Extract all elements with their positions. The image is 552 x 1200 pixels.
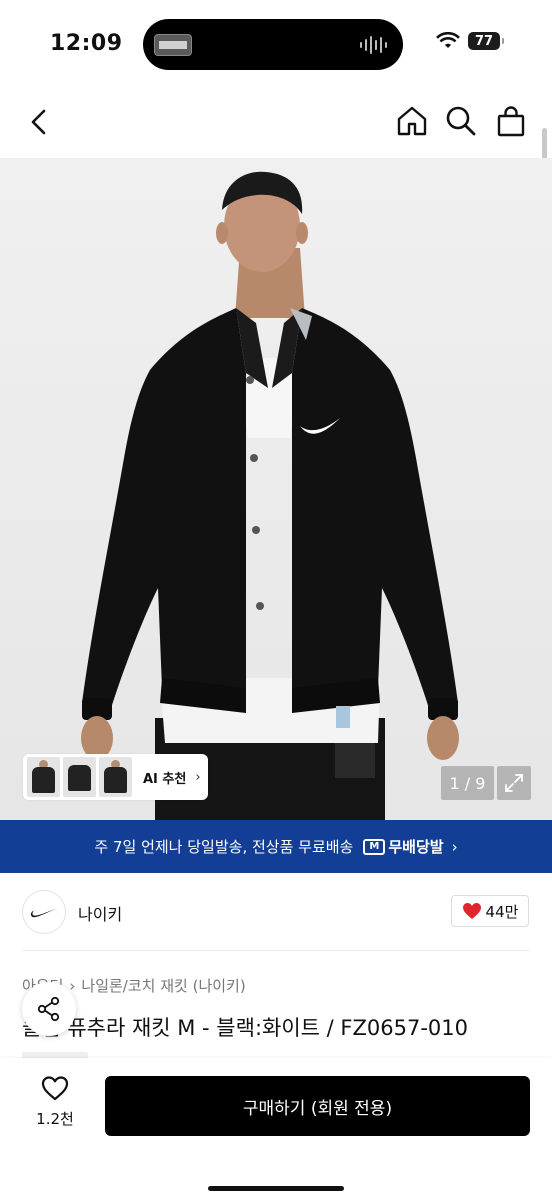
brand-row[interactable]: 나이키 44만 — [0, 873, 552, 951]
divider — [22, 950, 530, 951]
brand-like-count: 44만 — [485, 902, 519, 921]
brand-logo[interactable] — [22, 890, 66, 934]
product-photo — [81, 171, 459, 820]
home-icon[interactable] — [395, 104, 429, 138]
home-indicator — [208, 1186, 344, 1191]
chevron-right-icon: › — [451, 837, 458, 856]
chevron-left-icon[interactable] — [24, 106, 56, 138]
buy-button[interactable]: 구매하기 (회원 전용) — [105, 1076, 530, 1136]
heart-filled-icon — [462, 903, 481, 919]
wifi-icon — [436, 32, 460, 48]
breadcrumb-subcategory[interactable]: 나일론/코치 재킷 (나이키) — [81, 975, 245, 996]
shipping-banner-text: 주 7일 언제나 당일발송, 전상품 무료배송 — [94, 838, 354, 856]
status-time: 12:09 — [50, 31, 123, 56]
audio-wave-icon — [360, 36, 387, 54]
status-bar: 12:09 77 — [0, 0, 552, 90]
brand-like-button[interactable]: 44만 — [451, 895, 529, 927]
heart-outline-icon — [41, 1076, 69, 1101]
shopping-bag-icon[interactable] — [494, 104, 528, 138]
bottom-action-bar: 1.2천 구매하기 (회원 전용) — [0, 1058, 552, 1200]
wishlist-count: 1.2천 — [36, 1110, 74, 1128]
battery-indicator: 77 — [468, 32, 504, 50]
wishlist-button[interactable]: 1.2천 — [24, 1074, 86, 1140]
share-button[interactable] — [22, 982, 76, 1036]
chevron-right-icon: › — [195, 769, 201, 785]
brand-name[interactable]: 나이키 — [78, 901, 122, 925]
free-shipping-logo-text: 무배당발 — [388, 838, 444, 856]
ai-recommend-label[interactable]: AI 추천 — [143, 768, 186, 787]
search-icon[interactable] — [444, 104, 478, 138]
expand-button[interactable] — [497, 766, 531, 800]
shipping-banner[interactable]: 주 7일 언제나 당일발송, 전상품 무료배송 M 무배당발 › — [0, 820, 552, 873]
top-nav — [0, 90, 552, 158]
thumbnail-3[interactable] — [99, 757, 132, 797]
thumbnail-2[interactable] — [63, 757, 96, 797]
delivery-truck-icon: M — [363, 838, 386, 855]
image-page-counter: 1 / 9 — [441, 766, 494, 800]
product-title: 클럽 퓨추라 재킷 M - 블랙:화이트 / FZ0657-010 — [22, 1016, 468, 1040]
ai-recommend-strip[interactable]: AI 추천 › — [23, 754, 208, 800]
expand-icon — [505, 774, 523, 792]
now-playing-thumbnail — [154, 34, 192, 56]
free-shipping-logo: M 무배당발 — [363, 836, 444, 857]
status-indicators: 77 — [436, 32, 504, 50]
thumbnail-1[interactable] — [27, 757, 60, 797]
dynamic-island — [143, 19, 403, 70]
product-image-gallery[interactable]: AI 추천 › 1 / 9 — [0, 158, 552, 820]
share-icon — [37, 996, 60, 1022]
nike-swoosh-icon — [30, 908, 57, 918]
